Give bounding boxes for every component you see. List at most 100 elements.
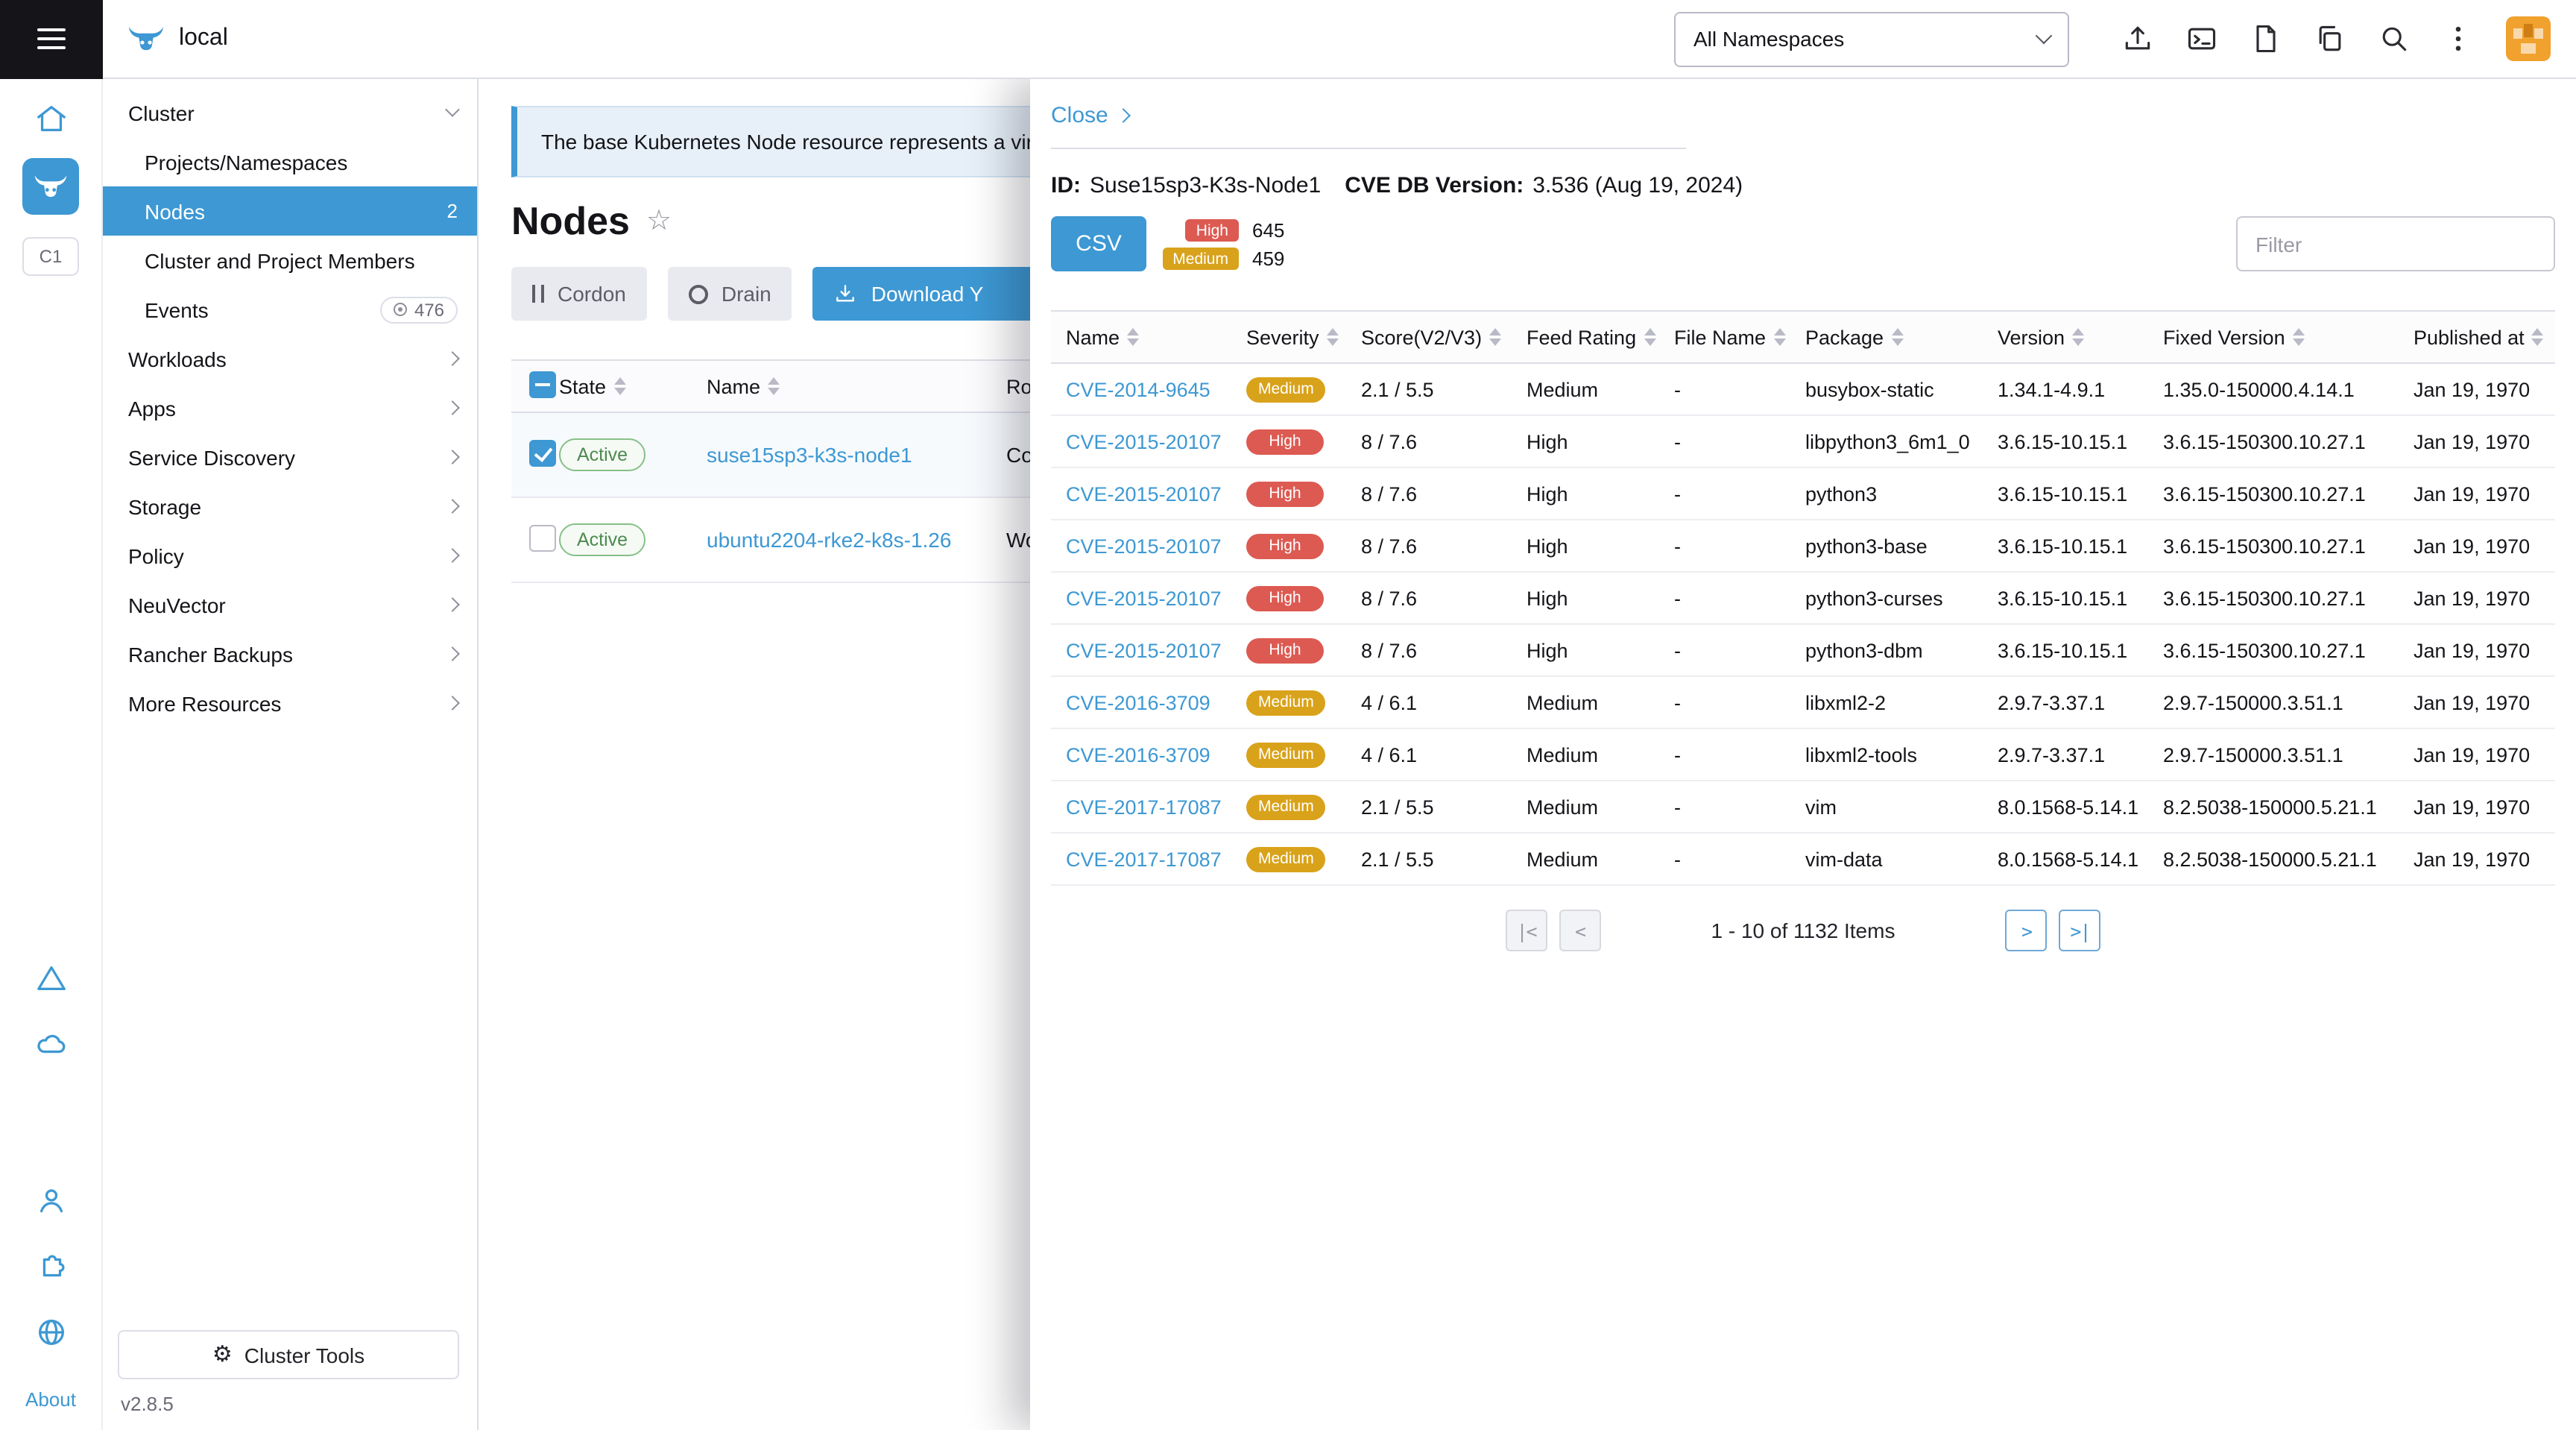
- home-icon[interactable]: [34, 101, 68, 136]
- csv-export-button[interactable]: CSV: [1051, 216, 1146, 271]
- fleet-triangle-icon[interactable]: [34, 962, 68, 996]
- import-yaml-icon[interactable]: [2121, 22, 2154, 55]
- close-panel-button[interactable]: Close: [1051, 103, 1129, 128]
- kubeconfig-copy-icon[interactable]: [2314, 22, 2346, 55]
- node-id-label: ID:: [1051, 173, 1081, 198]
- cve-column-header-score-v2-v3[interactable]: Score(V2/V3): [1346, 326, 1512, 348]
- cve-row[interactable]: CVE-2014-9645Medium2.1 / 5.5Medium-busyb…: [1051, 364, 2555, 416]
- cve-name-cell: CVE-2016-3709: [1051, 691, 1231, 714]
- nodes-column-header-name[interactable]: Name: [707, 375, 1006, 397]
- cluster-c1-tile[interactable]: C1: [22, 237, 79, 276]
- cve-column-header-file-name[interactable]: File Name: [1659, 326, 1790, 348]
- sidebar-item-projects-namespaces[interactable]: Projects/Namespaces: [103, 137, 477, 186]
- cve-package-cell: python3-curses: [1790, 587, 1983, 609]
- cve-link[interactable]: CVE-2016-3709: [1066, 691, 1210, 714]
- sidebar-item-nodes[interactable]: Nodes2: [103, 186, 477, 236]
- cluster-tools-button[interactable]: ⚙ Cluster Tools: [118, 1330, 459, 1379]
- column-header-label: Name: [707, 375, 760, 397]
- row-checkbox[interactable]: [529, 439, 556, 466]
- extensions-puzzle-icon[interactable]: [34, 1250, 68, 1284]
- sidebar-item-cluster[interactable]: Cluster: [103, 88, 477, 137]
- cve-link[interactable]: CVE-2016-3709: [1066, 743, 1210, 766]
- namespace-selector[interactable]: All Namespaces: [1674, 11, 2069, 66]
- main-menu-button[interactable]: [0, 0, 103, 78]
- cve-row[interactable]: CVE-2015-20107High8 / 7.6High-python33.6…: [1051, 468, 2555, 520]
- column-header-label: Name: [1066, 326, 1120, 348]
- search-icon[interactable]: [2378, 22, 2411, 55]
- nodes-column-header-state[interactable]: State: [559, 375, 707, 397]
- node-name-link[interactable]: ubuntu2204-rke2-k8s-1.26: [707, 528, 951, 552]
- cve-version-cell: 3.6.15-10.15.1: [1983, 639, 2148, 661]
- cve-link[interactable]: CVE-2015-20107: [1066, 430, 1222, 453]
- node-name-link[interactable]: suse15sp3-k3s-node1: [707, 443, 912, 467]
- kubeconfig-download-icon[interactable]: [2250, 22, 2282, 55]
- cve-column-header-published-at[interactable]: Published at: [2399, 326, 2555, 348]
- sidebar-item-more-resources[interactable]: More Resources: [103, 678, 477, 728]
- about-link[interactable]: About: [25, 1388, 76, 1411]
- cve-name-cell: CVE-2015-20107: [1051, 535, 1231, 557]
- cve-feed-rating-cell: High: [1512, 639, 1659, 661]
- cve-link[interactable]: CVE-2017-17087: [1066, 796, 1222, 818]
- cordon-button[interactable]: Cordon: [511, 267, 647, 321]
- cve-row[interactable]: CVE-2015-20107High8 / 7.6High-python3-cu…: [1051, 573, 2555, 625]
- sidebar-item-cluster-and-project-members[interactable]: Cluster and Project Members: [103, 236, 477, 285]
- row-checkbox[interactable]: [529, 524, 556, 551]
- cve-link[interactable]: CVE-2015-20107: [1066, 535, 1222, 557]
- sidebar-item-neuvector[interactable]: NeuVector: [103, 580, 477, 629]
- user-icon[interactable]: [34, 1184, 68, 1218]
- last-page-button[interactable]: >|: [2059, 910, 2100, 951]
- sidebar-item-rancher-backups[interactable]: Rancher Backups: [103, 629, 477, 678]
- first-page-button[interactable]: |<: [1506, 910, 1547, 951]
- severity-badge: High: [1246, 534, 1324, 559]
- cve-column-header-name[interactable]: Name: [1051, 326, 1231, 348]
- next-page-button[interactable]: >: [2005, 910, 2047, 951]
- cve-column-header-version[interactable]: Version: [1983, 326, 2148, 348]
- cve-row[interactable]: CVE-2015-20107High8 / 7.6High-python3-ba…: [1051, 520, 2555, 573]
- cordon-label: Cordon: [558, 282, 626, 306]
- kebab-menu-icon[interactable]: [2442, 22, 2475, 55]
- sidebar-item-workloads[interactable]: Workloads: [103, 334, 477, 383]
- node-state-cell: Active: [559, 523, 707, 556]
- cve-link[interactable]: CVE-2017-17087: [1066, 848, 1222, 870]
- cve-row[interactable]: CVE-2015-20107High8 / 7.6High-python3-db…: [1051, 625, 2555, 677]
- sort-icon: [1644, 328, 1655, 346]
- kubectl-shell-icon[interactable]: [2185, 22, 2218, 55]
- cve-column-header-feed-rating[interactable]: Feed Rating: [1512, 326, 1659, 348]
- column-header-label: Ro: [1006, 375, 1032, 397]
- cve-fixed-version-cell: 3.6.15-150300.10.27.1: [2148, 535, 2399, 557]
- cluster-brand[interactable]: local: [103, 19, 228, 58]
- cve-link[interactable]: CVE-2014-9645: [1066, 378, 1210, 400]
- sidebar-item-policy[interactable]: Policy: [103, 531, 477, 580]
- cve-column-header-severity[interactable]: Severity: [1231, 326, 1346, 348]
- sidebar-item-storage[interactable]: Storage: [103, 482, 477, 531]
- cve-row[interactable]: CVE-2017-17087Medium2.1 / 5.5Medium-vim-…: [1051, 834, 2555, 886]
- cve-column-header-fixed-version[interactable]: Fixed Version: [2148, 326, 2399, 348]
- severity-badge: High: [1246, 638, 1324, 664]
- cve-file-name-cell: -: [1659, 639, 1790, 661]
- cve-link[interactable]: CVE-2015-20107: [1066, 587, 1222, 609]
- sidebar-item-events[interactable]: Events476: [103, 285, 477, 334]
- select-all-checkbox[interactable]: [529, 371, 556, 397]
- prev-page-button[interactable]: <: [1559, 910, 1601, 951]
- download-yaml-button[interactable]: Download Y: [813, 267, 1037, 321]
- cve-row[interactable]: CVE-2015-20107High8 / 7.6High-libpython3…: [1051, 416, 2555, 468]
- favorite-star-icon[interactable]: ☆: [646, 207, 672, 235]
- cve-row[interactable]: CVE-2016-3709Medium4 / 6.1Medium-libxml2…: [1051, 729, 2555, 781]
- harvester-cloud-icon[interactable]: [34, 1027, 68, 1062]
- active-cluster-tile[interactable]: [22, 158, 79, 215]
- cve-link[interactable]: CVE-2015-20107: [1066, 639, 1222, 661]
- cve-published-cell: Jan 19, 1970: [2399, 848, 2555, 870]
- cve-row[interactable]: CVE-2016-3709Medium4 / 6.1Medium-libxml2…: [1051, 677, 2555, 729]
- cve-severity-cell: Medium: [1231, 742, 1346, 768]
- filter-input[interactable]: [2236, 216, 2555, 271]
- user-avatar[interactable]: [2506, 16, 2551, 61]
- sidebar-item-apps[interactable]: Apps: [103, 383, 477, 432]
- sidebar-item-service-discovery[interactable]: Service Discovery: [103, 432, 477, 482]
- globe-icon[interactable]: [34, 1315, 68, 1349]
- rancher-logo-icon: [127, 19, 165, 58]
- drain-button[interactable]: Drain: [668, 267, 792, 321]
- cve-row[interactable]: CVE-2017-17087Medium2.1 / 5.5Medium-vim8…: [1051, 781, 2555, 834]
- cve-column-header-package[interactable]: Package: [1790, 326, 1983, 348]
- severity-badge: Medium: [1246, 743, 1326, 768]
- cve-link[interactable]: CVE-2015-20107: [1066, 482, 1222, 505]
